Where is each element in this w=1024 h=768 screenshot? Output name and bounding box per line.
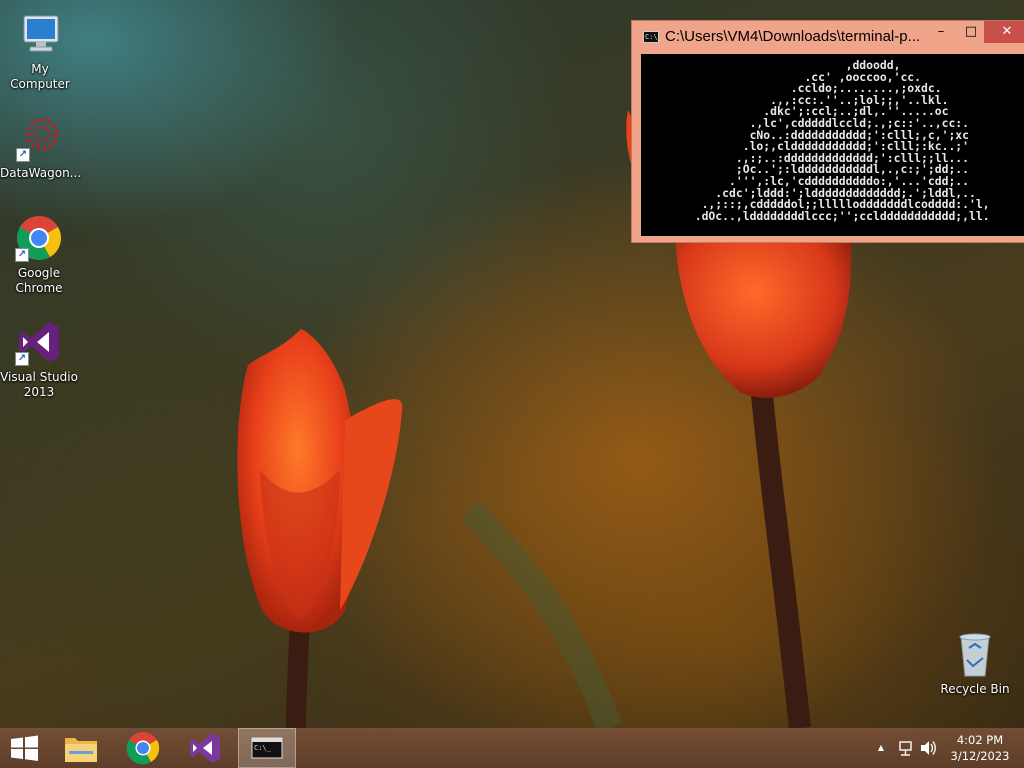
computer-icon	[16, 10, 64, 58]
tray-volume[interactable]	[918, 728, 938, 768]
desktop-icon-label: DataWagon...	[0, 166, 82, 180]
start-button[interactable]	[0, 728, 48, 768]
minimize-button[interactable]: –	[926, 21, 956, 43]
desktop-icon-datawagon[interactable]: ↗ DataWagon...	[0, 114, 82, 181]
left-tulip	[237, 329, 403, 633]
clock-time: 4:02 PM	[956, 733, 1004, 747]
tray-network[interactable]	[896, 728, 916, 768]
console-icon: C:\_	[643, 30, 662, 43]
recycle-bin-icon	[951, 630, 999, 678]
shortcut-arrow-icon: ↗	[16, 148, 30, 162]
shortcut-arrow-icon: ↗	[15, 352, 29, 366]
chrome-icon	[126, 732, 160, 765]
console-screen[interactable]: ,ddoodd, .cc' ,ooccoo,'cc. .ccldo;......…	[641, 54, 1024, 236]
visual-studio-icon	[190, 733, 220, 763]
console-title: C:\Users\VM4\Downloads\terminal-p...	[665, 28, 920, 45]
desktop-icon-label: Visual Studio 2013	[0, 370, 78, 399]
datawagon-icon: ↗	[16, 114, 64, 162]
windows-logo-icon	[11, 735, 38, 761]
chrome-icon: ↗	[15, 214, 63, 262]
desktop-icon-label: Recycle Bin	[940, 682, 1010, 696]
desktop-icon-label: My Computer	[10, 62, 70, 91]
desktop-icon-google-chrome[interactable]: ↗ Google Chrome	[0, 214, 79, 296]
desktop-icon-my-computer[interactable]: My Computer	[0, 10, 80, 92]
taskbar: C:\_ ▲ 4:02 PM 3/12/2023	[0, 728, 1024, 768]
desktop-icon-recycle-bin[interactable]: Recycle Bin	[935, 630, 1015, 697]
desktop-icon-visual-studio[interactable]: ↗ Visual Studio 2013	[0, 318, 79, 400]
taskbar-command-prompt[interactable]: C:\_	[238, 728, 296, 768]
svg-text:C:\_: C:\_	[254, 744, 272, 752]
taskbar-visual-studio[interactable]	[176, 728, 234, 768]
desktop-icon-label: Google Chrome	[15, 266, 63, 295]
taskbar-file-explorer[interactable]	[52, 728, 110, 768]
console-output: ,ddoodd, .cc' ,ooccoo,'cc. .ccldo;......…	[694, 58, 990, 223]
network-icon	[899, 741, 912, 756]
shortcut-arrow-icon: ↗	[15, 248, 29, 262]
close-button[interactable]: ✕	[984, 21, 1024, 43]
visual-studio-icon: ↗	[15, 318, 63, 366]
volume-icon	[921, 741, 936, 755]
maximize-button[interactable]: □	[956, 21, 986, 43]
console-icon: C:\_	[251, 737, 283, 759]
folder-icon	[65, 738, 97, 762]
taskbar-chrome[interactable]	[114, 728, 172, 768]
taskbar-clock[interactable]: 4:02 PM 3/12/2023	[940, 732, 1020, 764]
clock-date: 3/12/2023	[950, 749, 1010, 763]
tray-show-hidden[interactable]: ▲	[874, 728, 888, 768]
console-window[interactable]: C:\_ C:\Users\VM4\Downloads\terminal-p..…	[631, 20, 1024, 243]
